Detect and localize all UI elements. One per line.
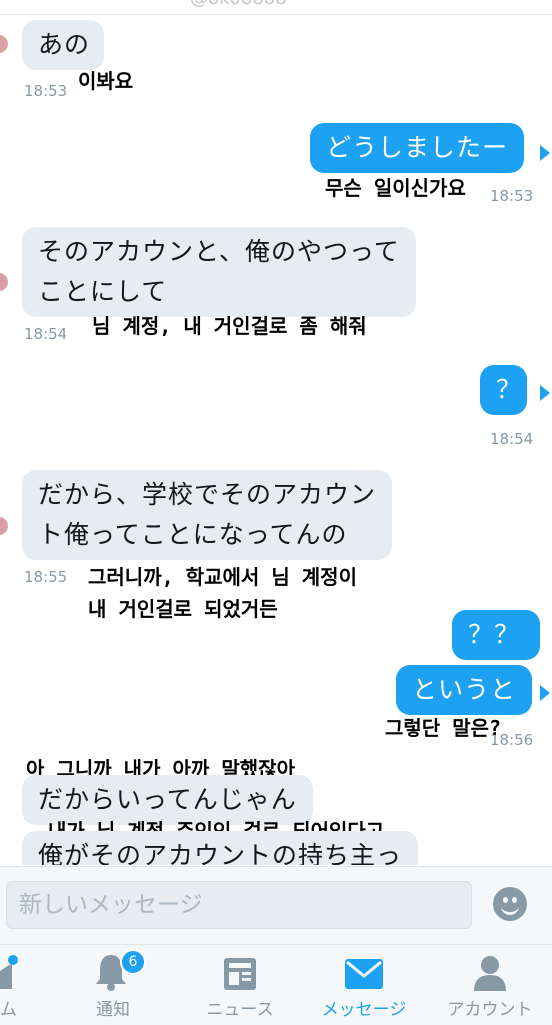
message-time: 18:55	[24, 568, 68, 586]
tab-label: ム	[0, 1000, 17, 1020]
message-bubble[interactable]: ？	[480, 365, 527, 415]
translation-note: 님 계정, 내 거인걸로 좀 해줘	[92, 314, 367, 338]
home-icon-shape	[0, 963, 12, 989]
tab-label: 通知	[96, 1000, 130, 1020]
tab-label: ニュース	[206, 1000, 274, 1020]
message-time: 18:53	[24, 82, 68, 100]
tab-notifications[interactable]: 6 通知	[70, 945, 156, 1025]
message-time: 18:53	[490, 187, 534, 205]
translation-note: 그러니까, 학교에서 님 계정이 내 거인걸로 되었거든	[88, 565, 357, 621]
header-title-fragment: @ok08888	[0, 0, 552, 15]
envelope-icon	[345, 959, 383, 989]
message-bubble[interactable]: そのアカウンと、俺のやつって ことにして	[22, 227, 416, 317]
message-bubble[interactable]: だから、学校でそのアカウン ト俺ってことになってんの	[22, 470, 393, 560]
bubble-tail	[540, 385, 550, 401]
person-icon	[474, 956, 506, 991]
tab-bar: ム 6 通知 ニュース メッセージ アカウント	[0, 944, 552, 1025]
tab-messages[interactable]: メッセージ	[312, 945, 416, 1025]
new-message-input[interactable]: 新しいメッセージ	[6, 881, 472, 929]
message-time: 18:54	[24, 325, 68, 343]
notification-badge: 6	[120, 949, 146, 975]
message-bubble[interactable]: ？？	[452, 610, 540, 660]
tab-label: アカウント	[447, 1000, 533, 1020]
smiley-icon[interactable]	[493, 887, 527, 921]
news-icon	[224, 958, 256, 990]
bubble-tail	[540, 145, 550, 161]
translation-note: 그렇단 말은?	[385, 716, 502, 740]
tab-label: メッセージ	[321, 1000, 407, 1020]
translation-note: 이봐요	[78, 69, 134, 93]
bubble-tail	[540, 685, 550, 701]
avatar[interactable]	[0, 35, 8, 53]
message-bubble[interactable]: あの	[22, 20, 104, 70]
tab-account[interactable]: アカウント	[438, 945, 542, 1025]
message-bubble[interactable]: どうしましたー	[310, 123, 525, 173]
message-composer: 新しいメッセージ	[0, 866, 552, 945]
avatar[interactable]	[0, 517, 8, 535]
conversation[interactable]: あの 18:53 이봐요 どうしましたー 18:53 무슨 일이신가요 そのアカ…	[0, 15, 552, 865]
translation-note: 무슨 일이신가요	[325, 176, 466, 200]
tab-home[interactable]: ム	[0, 945, 40, 1025]
message-bubble[interactable]: というと	[396, 665, 533, 715]
message-time: 18:54	[490, 430, 534, 448]
tab-news[interactable]: ニュース	[190, 945, 290, 1025]
avatar[interactable]	[0, 273, 8, 291]
message-bubble[interactable]: 俺がそのアカウントの持ち主っ	[22, 831, 419, 865]
